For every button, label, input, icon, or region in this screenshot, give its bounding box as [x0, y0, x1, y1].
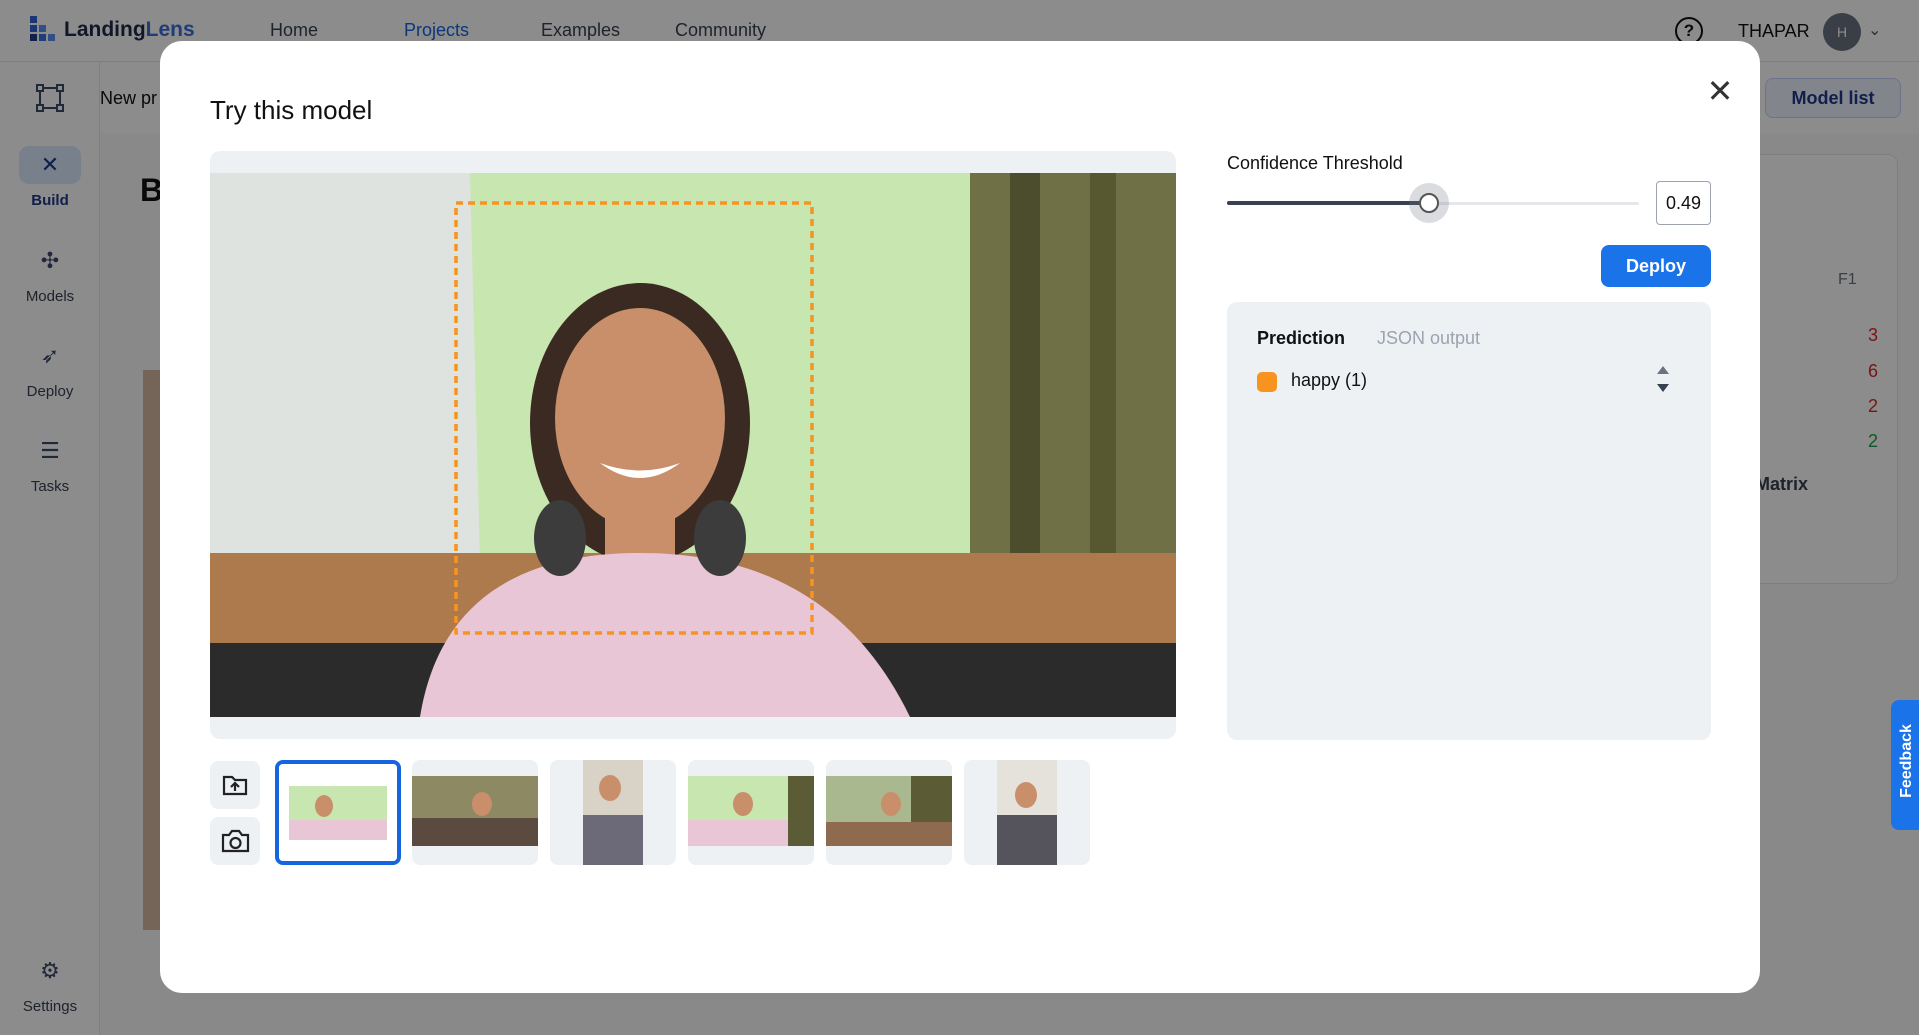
- feedback-button[interactable]: Feedback: [1891, 700, 1919, 830]
- confidence-slider[interactable]: [1227, 183, 1639, 223]
- camera-button[interactable]: [210, 817, 260, 865]
- thumbnail[interactable]: [688, 760, 814, 865]
- prediction-row: happy (1): [1257, 366, 1687, 396]
- tab-json-output[interactable]: JSON output: [1377, 328, 1480, 349]
- upload-image-button[interactable]: [210, 761, 260, 809]
- confidence-input[interactable]: [1656, 181, 1711, 225]
- tab-prediction[interactable]: Prediction: [1257, 328, 1345, 349]
- bounding-box: [454, 201, 814, 635]
- try-model-dialog: Try this model ✕ Confidence Threshold 0.…: [160, 41, 1760, 993]
- deploy-button[interactable]: Deploy: [1601, 245, 1711, 287]
- close-icon[interactable]: ✕: [1700, 71, 1740, 111]
- thumbnail[interactable]: [275, 760, 401, 865]
- prediction-label: happy (1): [1291, 370, 1368, 390]
- image-preview-card: [210, 151, 1176, 739]
- dialog-title: Try this model: [210, 95, 373, 125]
- prediction-panel: Prediction JSON output happy (1): [1227, 302, 1711, 740]
- slider-fill: [1227, 201, 1429, 205]
- class-color-swatch: [1257, 372, 1277, 392]
- camera-icon: [221, 829, 250, 853]
- thumbnail[interactable]: [550, 760, 676, 865]
- sort-icon[interactable]: [1655, 362, 1671, 396]
- thumbnail[interactable]: [964, 760, 1090, 865]
- thumbnail[interactable]: [826, 760, 952, 865]
- thumbnail[interactable]: [412, 760, 538, 865]
- thumbnail-actions: [210, 761, 260, 865]
- slider-handle[interactable]: [1419, 193, 1439, 213]
- confidence-threshold-label: Confidence Threshold: [1227, 153, 1403, 173]
- folder-upload-icon: [222, 775, 248, 796]
